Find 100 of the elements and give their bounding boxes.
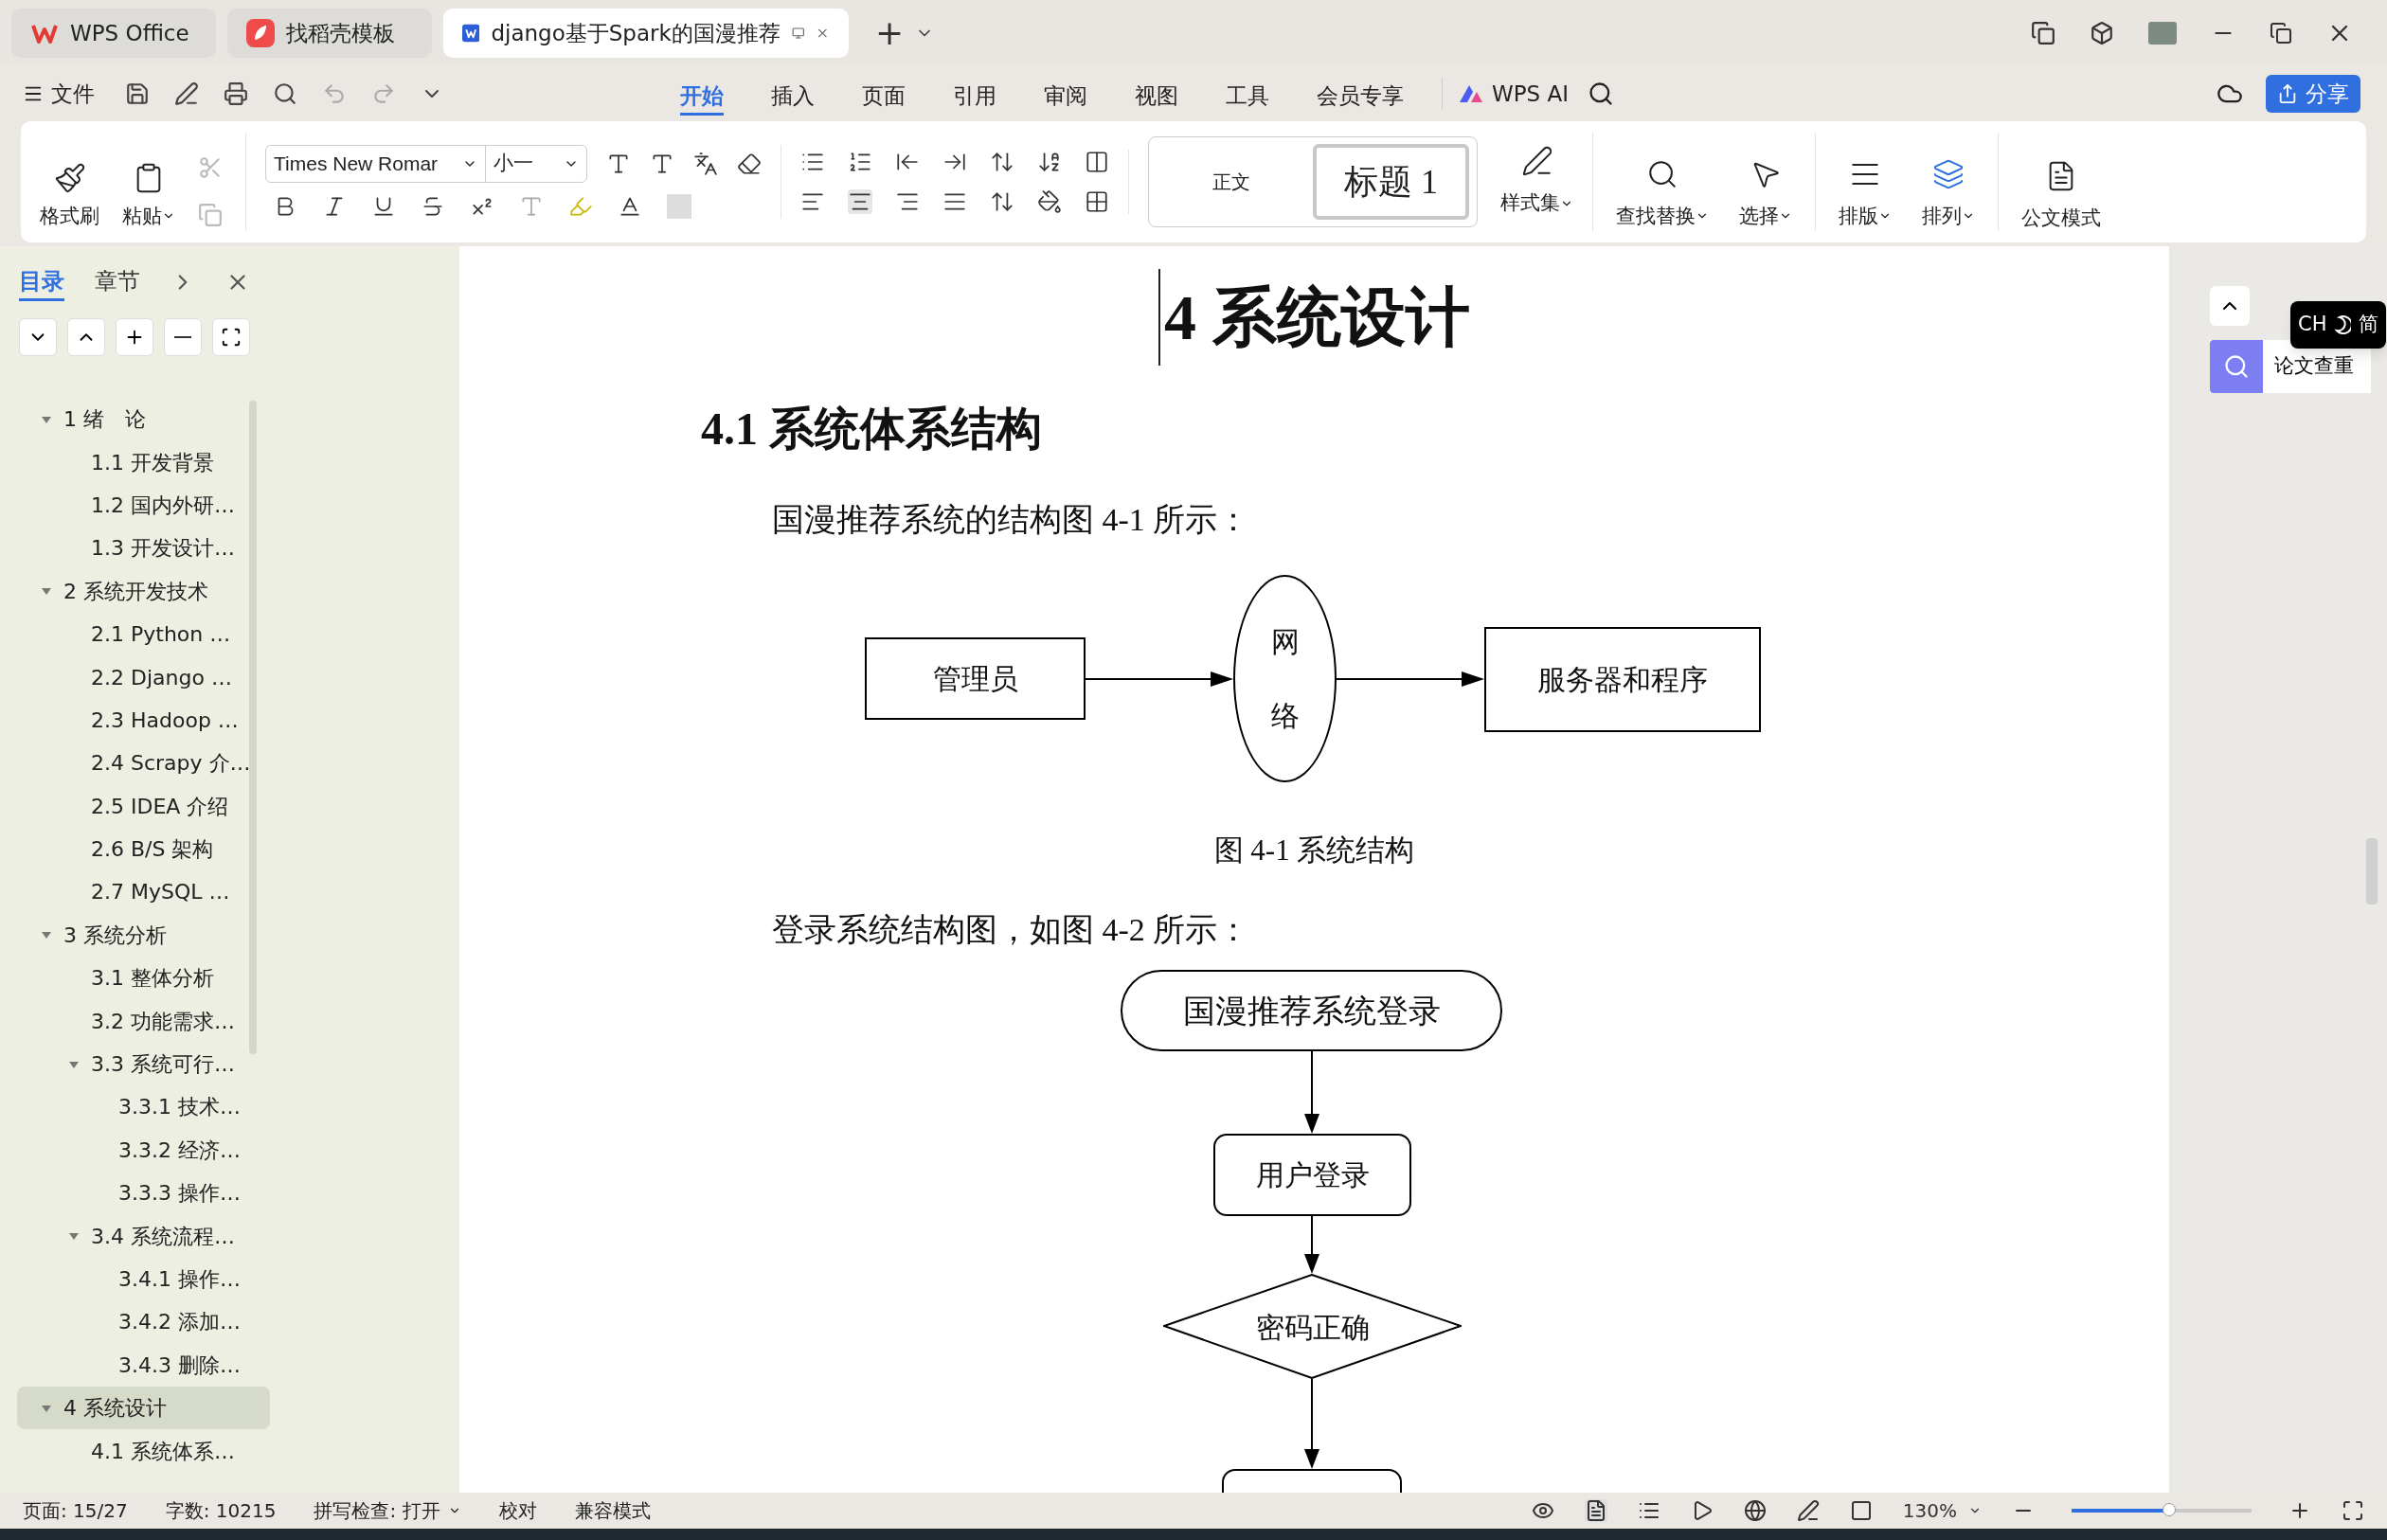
collapse-panel-button[interactable]	[2210, 286, 2250, 326]
select-button[interactable]: 选择	[1739, 157, 1792, 231]
ribbon-tab[interactable]: 页面	[862, 72, 906, 116]
share-button[interactable]: 分享	[2266, 75, 2360, 113]
pen-icon[interactable]	[1796, 1499, 1820, 1522]
layout-button[interactable]: 排版	[1839, 157, 1892, 231]
ribbon-tab[interactable]: 工具	[1226, 72, 1269, 116]
slider-thumb[interactable]	[2162, 1503, 2176, 1516]
spell-check-button[interactable]: 拼写检查: 打开	[314, 1496, 461, 1525]
toc-item[interactable]: 1.3 开发设计…	[17, 527, 270, 570]
collapse-button[interactable]	[19, 318, 57, 356]
font-dropdown[interactable]: Times New Romar	[266, 146, 486, 182]
toc-item[interactable]: 3.4 系统流程…	[17, 1214, 270, 1258]
search-icon[interactable]	[1588, 81, 1615, 107]
globe-icon[interactable]	[1743, 1499, 1767, 1522]
align-center-icon[interactable]	[848, 189, 872, 214]
toc-item[interactable]: 2.4 Scrapy 介…	[17, 742, 270, 785]
toc-item[interactable]: 2.6 B/S 架构	[17, 827, 270, 871]
toc-item[interactable]: 3.4.3 删除…	[17, 1343, 270, 1387]
find-replace-button[interactable]: 查找替换	[1616, 157, 1709, 231]
numbered-list-icon[interactable]	[848, 150, 872, 174]
pen-icon[interactable]	[174, 81, 199, 106]
page-count[interactable]: 页面: 15/27	[23, 1496, 128, 1525]
zoom-dropdown[interactable]: 130%	[1902, 1496, 1982, 1525]
ribbon-tab[interactable]: 视图	[1135, 72, 1178, 116]
restore-icon[interactable]	[2270, 22, 2292, 45]
style-preset[interactable]: 标题 1	[1313, 144, 1469, 220]
toc-item[interactable]: 2.5 IDEA 介绍	[17, 784, 270, 828]
paste-button[interactable]: 粘贴	[122, 161, 175, 231]
official-mode-button[interactable]: 公文模式	[1999, 159, 2124, 233]
text-direction-icon[interactable]	[990, 150, 1014, 174]
toc-item[interactable]: 1 绪 论	[17, 398, 270, 441]
window-list-icon[interactable]	[2031, 21, 2055, 45]
line-spacing-icon[interactable]	[990, 189, 1014, 214]
new-tab-button[interactable]: +	[875, 16, 905, 50]
toc-item[interactable]: 3.3.1 技术…	[17, 1085, 270, 1129]
window-tab[interactable]: 找稻壳模板	[227, 9, 432, 58]
toc-item[interactable]: 4.1 系统体系…	[17, 1429, 270, 1473]
remove-button[interactable]	[164, 318, 202, 356]
wps-ai-button[interactable]: WPS AI	[1442, 77, 1570, 111]
ime-indicator[interactable]: CH 简	[2290, 301, 2387, 349]
ribbon-tab[interactable]: 插入	[771, 72, 815, 116]
style-set-button[interactable]: 样式集	[1500, 145, 1573, 219]
ribbon-tab[interactable]: 开始	[680, 72, 724, 116]
toc-item[interactable]: 2.1 Python …	[17, 612, 270, 656]
paragraph: 国漫推荐系统的结构图 4-1 所示：	[772, 500, 1250, 539]
phonetic-icon[interactable]	[693, 152, 718, 176]
toc-item[interactable]: 2.2 Django …	[17, 655, 270, 699]
expand-button[interactable]	[67, 318, 105, 356]
format-painter-button[interactable]: 格式刷	[40, 161, 99, 231]
toc-label: 3 系统分析	[63, 922, 167, 949]
style-preset[interactable]: 正文	[1157, 144, 1305, 220]
print-preview-icon[interactable]	[273, 81, 297, 106]
toc-item[interactable]: 3.4.2 添加…	[17, 1300, 270, 1344]
toc-item[interactable]: 3.4.1 操作…	[17, 1257, 270, 1301]
toc-item[interactable]: 3 系统分析	[17, 913, 270, 958]
window-tab[interactable]: WPS Office	[11, 9, 216, 58]
page-view-icon[interactable]	[1584, 1499, 1607, 1522]
fullscreen-icon[interactable]	[2342, 1499, 2364, 1522]
toc-item[interactable]: 1.2 国内外研…	[17, 483, 270, 528]
proofread-button[interactable]: 校对	[498, 1496, 537, 1525]
word-count[interactable]: 字数: 10215	[165, 1496, 277, 1525]
shrink-font-icon[interactable]	[650, 152, 674, 176]
diagram-node: 网络	[1233, 575, 1337, 782]
toc-label: 3.4 系统流程…	[91, 1223, 235, 1250]
sort-icon[interactable]	[1037, 150, 1062, 174]
add-button[interactable]	[116, 318, 153, 356]
scrollbar-thumb[interactable]	[2366, 838, 2378, 904]
toc-item[interactable]: 3.1 整体分析	[17, 957, 270, 1000]
toc-item[interactable]: 3.3.3 操作…	[17, 1172, 270, 1215]
columns-icon[interactable]	[1085, 150, 1109, 174]
grow-font-icon[interactable]	[606, 152, 631, 176]
fill-icon[interactable]	[1037, 189, 1062, 214]
sidebar-tab[interactable]: 目录	[19, 263, 64, 301]
ribbon-tab[interactable]: 引用	[953, 72, 996, 116]
size-dropdown[interactable]: 小一	[486, 146, 586, 182]
toc-item[interactable]: 2.3 Hadoop …	[17, 698, 270, 743]
ribbon-tab[interactable]: 会员专享	[1317, 72, 1404, 116]
toc-item[interactable]: 3.2 功能需求…	[17, 999, 270, 1043]
toc-item[interactable]: 3.3 系统可行…	[17, 1042, 270, 1086]
toc-label: 1.3 开发设计…	[91, 535, 235, 563]
arrange-button[interactable]: 排列	[1922, 157, 1975, 231]
border-icon[interactable]	[1085, 189, 1109, 214]
toc-item[interactable]: 2 系统开发技术	[17, 569, 270, 613]
toc-item[interactable]: 2.7 MySQL …	[17, 870, 270, 914]
sidebar-tab[interactable]: 章节	[95, 263, 140, 301]
toc-item[interactable]: 1.1 开发背景	[17, 440, 270, 484]
file-menu[interactable]: 文件	[23, 77, 95, 111]
fit-page-icon[interactable]	[1849, 1499, 1873, 1522]
print-icon[interactable]	[224, 81, 248, 106]
plagiarism-check-button[interactable]: 论文查重	[2210, 340, 2371, 393]
more-button[interactable]	[212, 318, 250, 356]
cube-icon[interactable]	[2090, 21, 2114, 45]
save-icon[interactable]	[125, 81, 150, 106]
ribbon-tab[interactable]: 审阅	[1044, 72, 1087, 116]
toc-item[interactable]: 3.3.2 经济…	[17, 1128, 270, 1173]
window-tab[interactable]: django基于Spark的国漫推荐	[443, 9, 849, 58]
toc-item[interactable]: 4 系统设计	[17, 1387, 270, 1430]
scrollbar-thumb[interactable]	[249, 401, 257, 1054]
eraser-icon[interactable]	[737, 152, 762, 176]
